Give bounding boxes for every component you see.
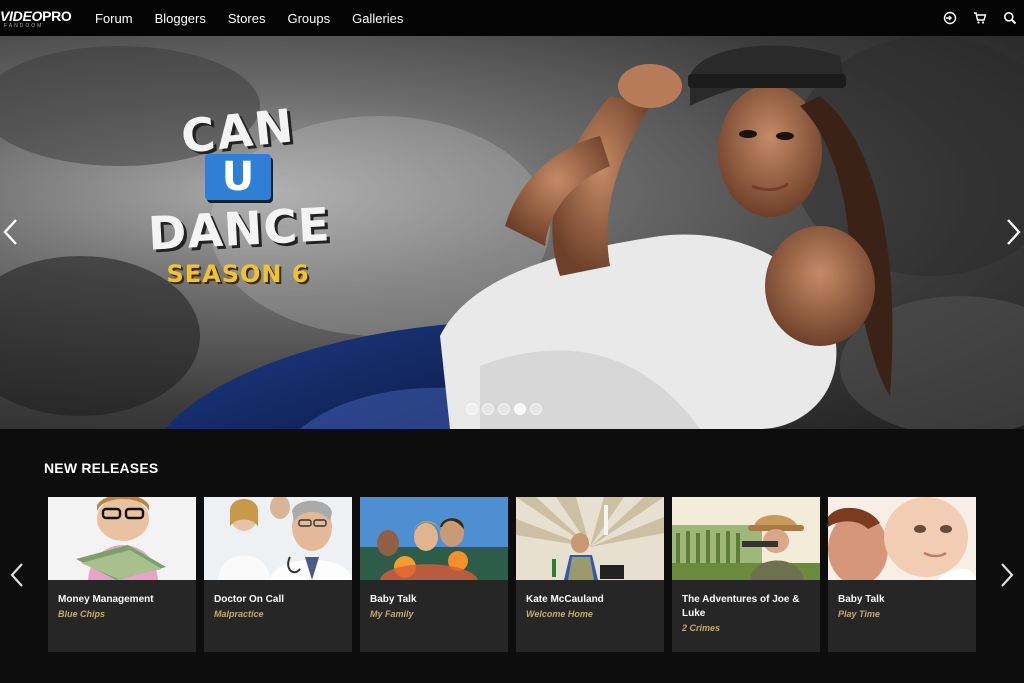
release-card[interactable]: Baby Talk Play Time xyxy=(828,497,976,652)
cart-icon[interactable] xyxy=(972,10,988,26)
release-subtitle: Malpractice xyxy=(214,609,264,619)
release-thumbnail-money xyxy=(48,497,196,580)
new-releases-heading: NEW RELEASES xyxy=(44,460,159,476)
logo-text: VIDEOPRO xyxy=(0,8,72,24)
release-subtitle: Play Time xyxy=(838,609,880,619)
release-subtitle: 2 Crimes xyxy=(682,623,721,633)
logo-word-video: VIDEO xyxy=(0,8,43,24)
hero-pagination-dot[interactable] xyxy=(482,403,494,415)
site-logo[interactable]: VIDEOPRO FANDOOM xyxy=(0,4,80,32)
hero-prev-icon[interactable] xyxy=(0,214,24,250)
release-card[interactable]: Doctor On Call Malpractice xyxy=(204,497,352,652)
hero-pagination xyxy=(466,403,542,415)
release-title: The Adventures of Joe & Luke xyxy=(682,594,800,619)
hero-pagination-dot[interactable] xyxy=(498,403,510,415)
show-title-line-1: CAN xyxy=(178,98,298,164)
release-subtitle: Blue Chips xyxy=(58,609,106,619)
show-title-art: CAN U DANCE SEASON 6 xyxy=(146,98,332,288)
logo-word-pro: PRO xyxy=(42,8,72,24)
hero-pagination-dot[interactable] xyxy=(530,403,542,415)
release-card[interactable]: Baby Talk My Family xyxy=(360,497,508,652)
nav-link-forum[interactable]: Forum xyxy=(95,11,133,26)
new-releases-carousel: Money Management Blue Chips Doctor On Ca… xyxy=(48,497,976,652)
release-thumbnail-hunting xyxy=(672,497,820,580)
release-card[interactable]: Money Management Blue Chips xyxy=(48,497,196,652)
search-icon[interactable] xyxy=(1002,10,1018,26)
release-thumbnail-doctor xyxy=(204,497,352,580)
nav-link-stores[interactable]: Stores xyxy=(228,11,266,26)
release-title: Doctor On Call xyxy=(214,594,285,605)
show-season-label: SEASON 6 xyxy=(166,260,310,288)
release-thumbnail-family xyxy=(360,497,508,580)
release-title: Baby Talk xyxy=(370,594,417,605)
release-title: Kate McCauland xyxy=(526,594,604,605)
release-title: Baby Talk xyxy=(838,594,885,605)
release-card[interactable]: Kate McCauland Welcome Home xyxy=(516,497,664,652)
release-thumbnail-baby xyxy=(828,497,976,580)
hero-pagination-dot[interactable] xyxy=(514,403,526,415)
hero-slider: CAN U DANCE SEASON 6 xyxy=(0,36,1024,429)
release-title: Money Management xyxy=(58,594,154,605)
nav-icon-group xyxy=(942,0,1018,36)
show-title-line-2: U xyxy=(205,154,271,200)
releases-prev-icon[interactable] xyxy=(8,560,28,590)
nav-link-bloggers[interactable]: Bloggers xyxy=(155,11,206,26)
show-title-line-3: DANCE xyxy=(146,197,332,261)
release-subtitle: My Family xyxy=(370,609,414,619)
nav-link-groups[interactable]: Groups xyxy=(287,11,330,26)
sign-in-icon[interactable] xyxy=(942,10,958,26)
main-nav: Forum Bloggers Stores Groups Galleries xyxy=(95,0,425,36)
releases-next-icon[interactable] xyxy=(996,560,1016,590)
release-subtitle: Welcome Home xyxy=(526,609,593,619)
release-thumbnail-welcome-home xyxy=(516,497,664,580)
hero-pagination-dot[interactable] xyxy=(466,403,478,415)
top-navbar: VIDEOPRO FANDOOM Forum Bloggers Stores G… xyxy=(0,0,1024,36)
nav-link-galleries[interactable]: Galleries xyxy=(352,11,403,26)
logo-tagline: FANDOOM xyxy=(4,23,44,29)
release-card[interactable]: The Adventures of Joe & Luke 2 Crimes xyxy=(672,497,820,652)
hero-next-icon[interactable] xyxy=(1000,214,1024,250)
